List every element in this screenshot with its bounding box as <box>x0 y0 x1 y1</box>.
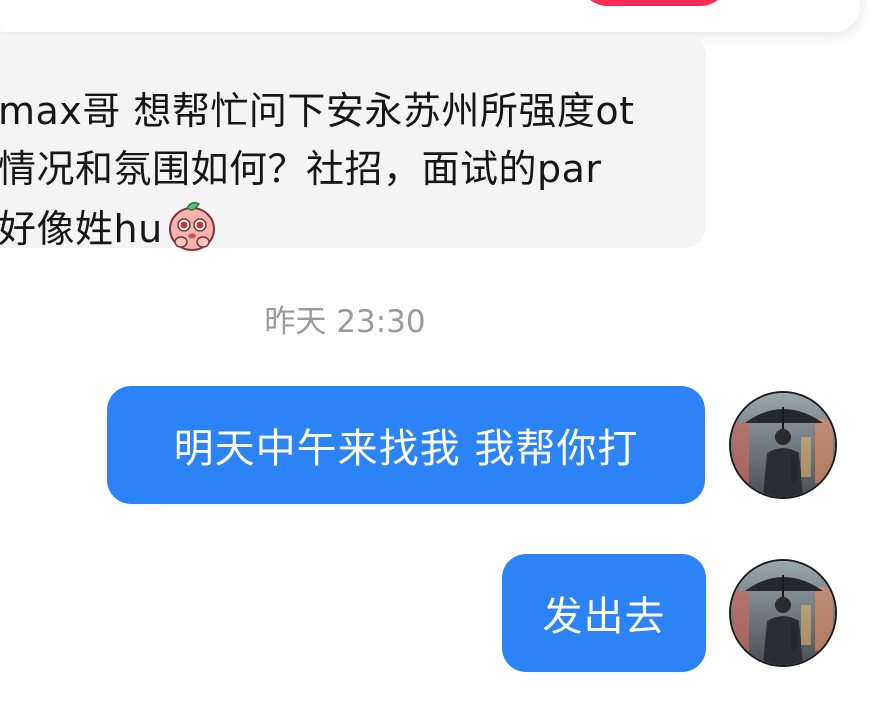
incoming-message-text: max哥 想帮忙问下安永苏州所强度ot情况和氛围如何？社招，面试的par好像姓h… <box>0 89 635 251</box>
user-avatar[interactable] <box>729 559 837 667</box>
outgoing-message-bubble[interactable]: 明天中午来找我 我帮你打 <box>107 386 705 504</box>
user-avatar[interactable] <box>729 391 837 499</box>
top-card <box>0 0 860 32</box>
outgoing-message-bubble[interactable]: 发出去 <box>502 554 706 672</box>
umbrella-man-avatar-icon <box>731 393 835 497</box>
incoming-message-bubble[interactable]: max哥 想帮忙问下安永苏州所强度ot情况和氛围如何？社招，面试的par好像姓h… <box>0 34 706 251</box>
top-card-action-button[interactable] <box>578 0 730 6</box>
incoming-message: max哥 想帮忙问下安永苏州所强度ot情况和氛围如何？社招，面试的par好像姓h… <box>0 82 638 258</box>
message-timestamp: 昨天 23:30 <box>264 304 426 340</box>
umbrella-man-avatar-icon <box>731 561 835 665</box>
outgoing-message-text: 明天中午来找我 我帮你打 <box>173 426 639 472</box>
outgoing-message-text: 发出去 <box>542 594 666 640</box>
chat-screen: max哥 想帮忙问下安永苏州所强度ot情况和氛围如何？社招，面试的par好像姓h… <box>0 0 886 720</box>
pleading-peach-emoji-icon <box>165 198 219 252</box>
